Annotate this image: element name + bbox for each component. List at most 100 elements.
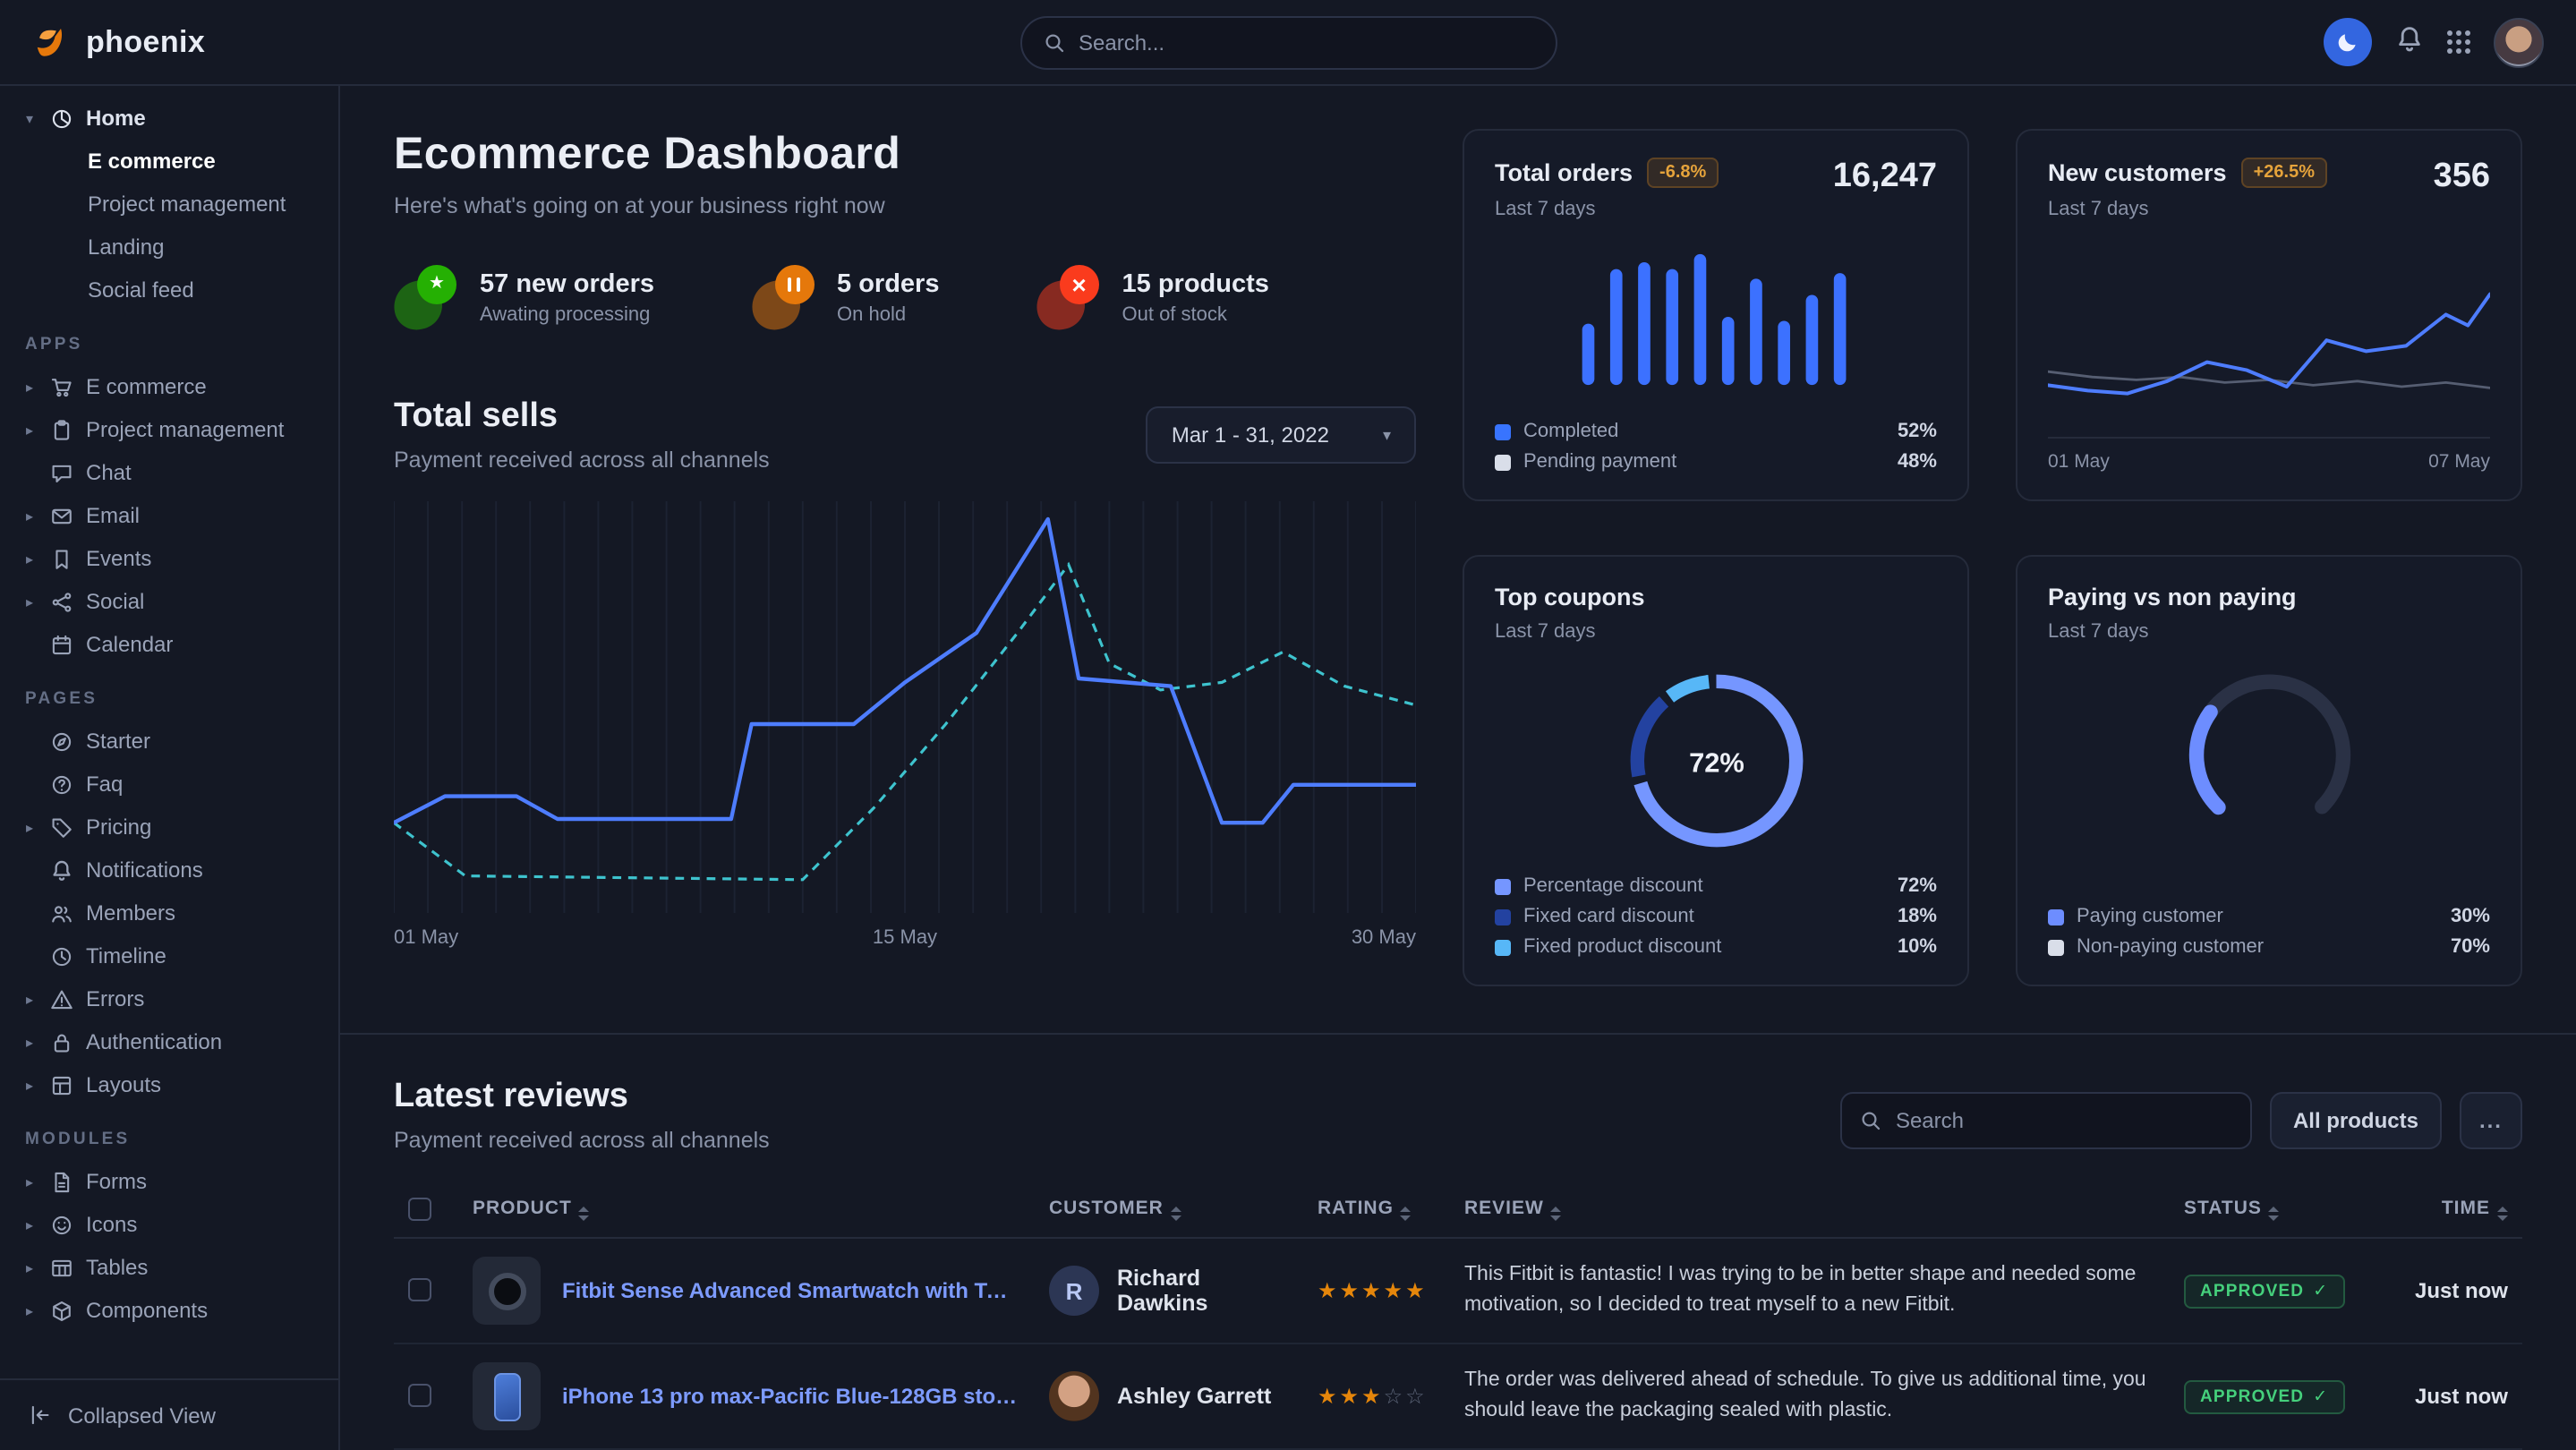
stat-x: ×15 productsOut of stock [1036,265,1269,329]
sidebar-item-e-commerce[interactable]: ▸E commerce [21,365,324,408]
x-label: 07 May [2428,451,2490,473]
select-all-checkbox[interactable] [408,1198,431,1221]
pie-icon [50,107,73,130]
sidebar-item-notifications[interactable]: Notifications [21,849,324,891]
legend-label: Pending payment [1523,451,1676,473]
x-label: 01 May [394,927,458,949]
sidebar-item-events[interactable]: ▸Events [21,537,324,580]
sidebar-subitem-e-commerce[interactable]: E commerce [21,140,324,183]
sidebar-item-errors[interactable]: ▸Errors [21,977,324,1020]
x-icon: × [1071,272,1086,297]
product-thumbnail [473,1362,541,1430]
sidebar-item-label: Social [86,589,144,614]
chevron-right-icon: ▸ [21,422,38,438]
all-products-button[interactable]: All products [2270,1092,2442,1149]
star-icon: ★ [429,276,445,294]
rating-stars: ★★★★★ [1318,1278,1428,1303]
sidebar-item-forms[interactable]: ▸Forms [21,1160,324,1203]
sidebar-item-home[interactable]: ▾Home [21,97,324,140]
column-review[interactable]: REVIEW [1450,1181,2170,1238]
review-text: The order was delivered ahead of schedul… [1464,1367,2155,1427]
sidebar-item-label: Forms [86,1169,147,1194]
sidebar-item-label: Members [86,900,175,925]
sidebar-item-starter[interactable]: Starter [21,720,324,763]
paying-vs-non-paying-card: Paying vs non paying Last 7 days Paying … [2016,555,2522,986]
sidebar-item-layouts[interactable]: ▸Layouts [21,1063,324,1106]
search-input[interactable] [1079,30,1533,55]
legend-value: 10% [1898,936,1937,958]
new-customers-line-chart [2048,279,2490,437]
row-checkbox[interactable] [408,1279,431,1302]
more-options-button[interactable]: ... [2460,1092,2522,1149]
date-range-select[interactable]: Mar 1 - 31, 2022 ▾ [1147,406,1416,464]
legend-value: 30% [2451,906,2490,927]
sidebar-item-icons[interactable]: ▸Icons [21,1203,324,1246]
stat-star: ★57 new ordersAwating processing [394,265,654,329]
theme-toggle-button[interactable] [2324,18,2372,66]
search-icon [1043,31,1064,53]
collapse-view-label: Collapsed View [68,1403,216,1428]
sidebar-item-members[interactable]: Members [21,891,324,934]
profile-avatar[interactable] [2494,17,2544,67]
sidebar-subitem-project-management[interactable]: Project management [21,183,324,226]
sidebar-item-email[interactable]: ▸Email [21,494,324,537]
row-checkbox[interactable] [408,1385,431,1408]
apps-grid-button[interactable] [2447,30,2470,54]
sidebar-item-components[interactable]: ▸Components [21,1289,324,1332]
stat-pause: 5 ordersOn hold [751,265,939,329]
review-text: This Fitbit is fantastic! I was trying t… [1464,1261,2155,1321]
sidebar-item-label: Faq [86,772,123,797]
chevron-right-icon: ▸ [21,379,38,395]
product-link[interactable]: iPhone 13 pro max-Pacific Blue-128GB sto… [562,1384,1020,1409]
column-customer[interactable]: CUSTOMER [1035,1181,1303,1238]
sidebar-subitem-landing[interactable]: Landing [21,226,324,269]
sidebar-item-pricing[interactable]: ▸Pricing [21,806,324,849]
sidebar-item-label: Layouts [86,1072,161,1097]
global-search[interactable] [1019,15,1557,69]
product-link[interactable]: Fitbit Sense Advanced Smartwatch with To… [562,1278,1020,1303]
column-product[interactable]: PRODUCT [458,1181,1035,1238]
change-badge: +26.5% [2241,158,2327,188]
reviews-search[interactable] [1840,1092,2252,1149]
column-status[interactable]: STATUS [2170,1181,2384,1238]
pricetag-icon [50,815,73,839]
review-row: Fitbit Sense Advanced Smartwatch with To… [394,1238,2522,1343]
total-orders-legend: Completed52%Pending payment48% [1495,406,1937,473]
sort-icon [2269,1207,2280,1221]
notifications-button[interactable] [2395,25,2424,59]
smile-icon [50,1213,73,1236]
table-icon [50,1256,73,1279]
moon-icon [2336,30,2359,54]
sidebar-item-tables[interactable]: ▸Tables [21,1246,324,1289]
legend-value: 18% [1898,906,1937,927]
rating-stars: ★★★☆☆ [1318,1384,1428,1409]
column-rating[interactable]: RATING [1303,1181,1450,1238]
sidebar-nav: ▾HomeE commerceProject managementLanding… [0,86,338,1378]
sidebar-item-social[interactable]: ▸Social [21,580,324,623]
legend-label: Fixed card discount [1523,906,1694,927]
chat-icon [50,461,73,484]
layout-icon [50,1073,73,1096]
sidebar-item-label: Events [86,546,151,571]
paying-gauge-chart [2154,661,2384,843]
customer-name: Richard Dawkins [1117,1266,1289,1316]
legend-label: Percentage discount [1523,875,1703,897]
legend-item: Paying customer30% [2048,906,2490,927]
sidebar-item-authentication[interactable]: ▸Authentication [21,1020,324,1063]
sidebar-item-faq[interactable]: Faq [21,763,324,806]
collapse-view-toggle[interactable]: Collapsed View [0,1378,338,1450]
stat-value: 57 new orders [480,269,654,298]
sidebar-item-label: Project management [86,417,284,442]
reviews-search-input[interactable] [1896,1108,2232,1133]
sidebar-item-timeline[interactable]: Timeline [21,934,324,977]
card-period: Last 7 days [1495,621,1645,643]
sidebar-item-chat[interactable]: Chat [21,451,324,494]
brand[interactable]: phoenix [32,21,205,63]
sidebar-item-calendar[interactable]: Calendar [21,623,324,666]
column-time[interactable]: TIME [2384,1181,2522,1238]
top-coupons-card: Top coupons Last 7 days 72% Percentage d… [1463,555,1969,986]
sidebar-item-project-management[interactable]: ▸ Project management [21,408,324,451]
sidebar-subitem-social-feed[interactable]: Social feed [21,269,324,311]
reviews-table: PRODUCT CUSTOMER RATING REVIEW STATUS TI… [394,1181,2522,1450]
legend-item: Non-paying customer70% [2048,936,2490,958]
